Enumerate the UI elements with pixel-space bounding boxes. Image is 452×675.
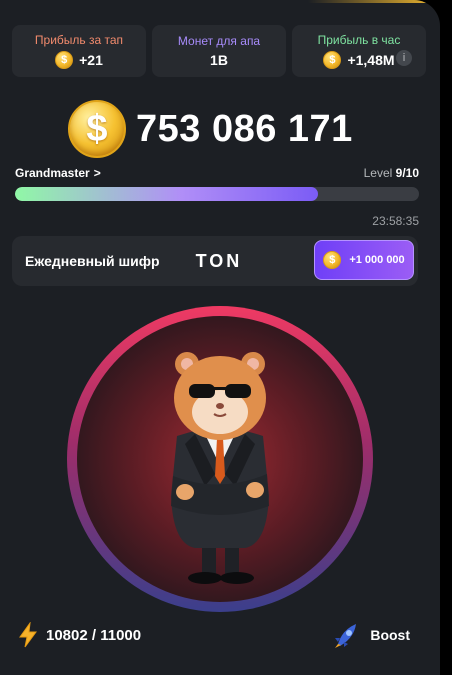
coin-icon: $ (323, 251, 342, 269)
cipher-label: Ежедневный шифр (25, 253, 160, 269)
stat-coins-to-level-up[interactable]: Монет для апа 1B (152, 25, 286, 77)
cipher-timer: 23:58:35 (372, 214, 419, 228)
cipher-word: TON (195, 250, 243, 271)
energy-indicator: 10802 / 11000 (18, 622, 141, 648)
stat-value-row: $ +1,48M (323, 51, 395, 69)
app-screen: Прибыль за тап $ +21 Монет для апа 1B Пр… (0, 0, 440, 675)
cipher-reward-button[interactable]: $ +1 000 000 (314, 240, 414, 280)
stat-label: Прибыль в час (317, 33, 401, 47)
balance-value: 753 086 171 (136, 107, 353, 150)
hamster-circle (77, 316, 363, 602)
level-value: 9/10 (395, 166, 419, 180)
stat-profit-per-hour[interactable]: Прибыль в час $ +1,48M i (292, 25, 426, 77)
stat-value-row: $ +21 (55, 51, 103, 69)
chevron-right-icon: > (93, 166, 101, 180)
level-row: Grandmaster > Level 9/10 (15, 166, 419, 180)
stat-value: +21 (79, 52, 103, 68)
level-progress-fill (15, 187, 318, 201)
rank-link[interactable]: Grandmaster > (15, 166, 101, 180)
stat-label: Прибыль за тап (34, 33, 124, 47)
stat-profit-per-tap[interactable]: Прибыль за тап $ +21 (12, 25, 146, 77)
hamster-image (171, 352, 269, 584)
stat-value: 1B (210, 52, 228, 68)
rank-label: Grandmaster (15, 166, 90, 180)
cipher-reward: +1 000 000 (349, 254, 405, 266)
stats-bar: Прибыль за тап $ +21 Монет для апа 1B Пр… (12, 25, 426, 77)
stat-value: +1,48M (347, 52, 395, 68)
stat-label: Монет для апа (177, 34, 261, 48)
boost-label: Boost (370, 627, 410, 643)
energy-value: 10802 / 11000 (46, 626, 142, 644)
level-prefix: Level (363, 166, 393, 180)
boost-button[interactable]: Boost (332, 620, 410, 650)
level-indicator: Level 9/10 (364, 166, 419, 180)
info-icon[interactable]: i (396, 50, 412, 66)
coin-icon: $ (55, 51, 74, 69)
window-edge (440, 0, 452, 675)
coin-icon: $ (323, 51, 342, 69)
balance: $ 753 086 171 (68, 100, 353, 158)
level-progress-bar (15, 187, 419, 201)
hamster-tap-button[interactable] (67, 306, 373, 612)
lightning-icon (19, 622, 37, 648)
daily-cipher-card[interactable]: Ежедневный шифр TON $ +1 000 000 (12, 236, 418, 286)
rocket-icon (335, 624, 357, 648)
stat-value-row: 1B (210, 52, 228, 68)
coin-icon: $ (68, 100, 126, 158)
